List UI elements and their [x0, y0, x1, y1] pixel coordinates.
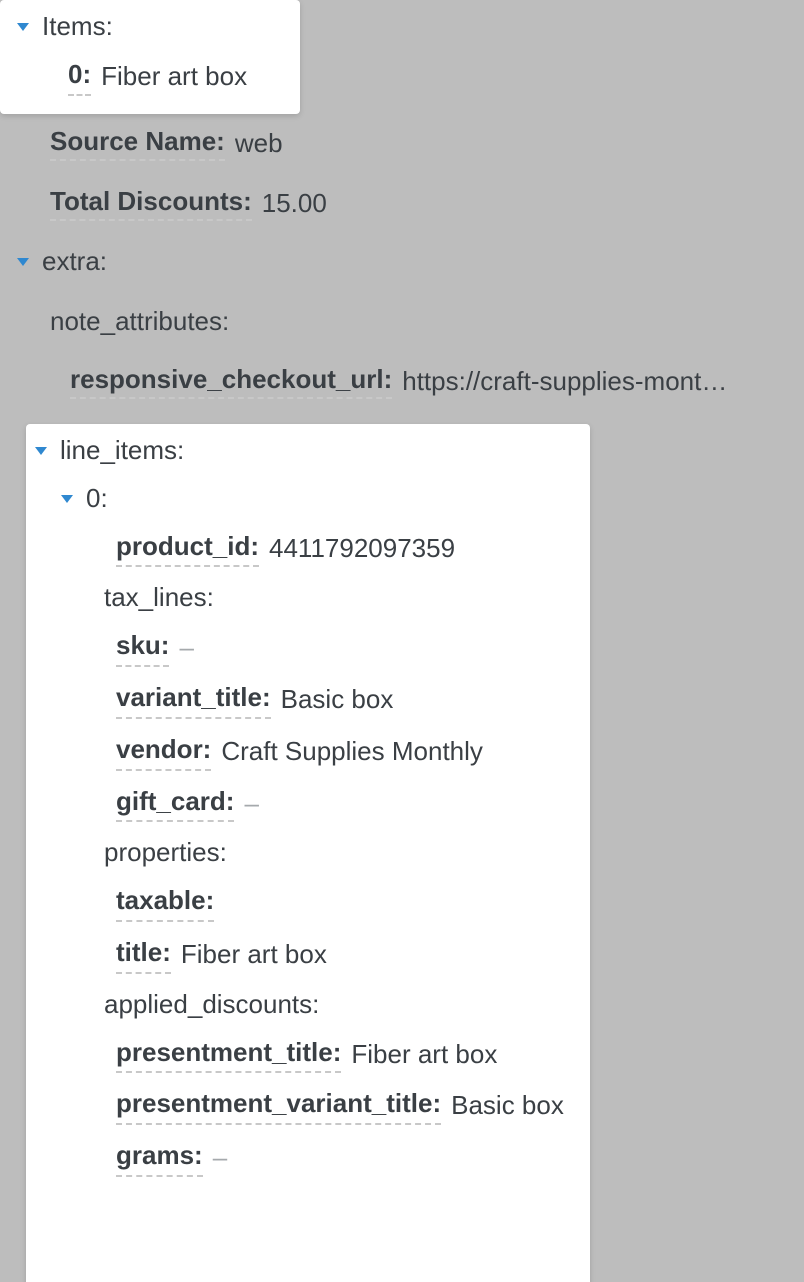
- val-vendor: Craft Supplies Monthly: [221, 735, 483, 769]
- key-variant-title: variant_title:: [116, 681, 271, 719]
- json-tree-viewer: Source Name: web Total Discounts: 15.00 …: [0, 0, 804, 1282]
- key-presentment-variant-title: presentment_variant_title:: [116, 1087, 441, 1125]
- row-responsive-checkout: responsive_checkout_url: https://craft-s…: [0, 364, 794, 399]
- key-properties: properties:: [104, 836, 227, 870]
- key-applied-discounts: applied_discounts:: [104, 988, 319, 1022]
- toggle-items[interactable]: [14, 18, 32, 36]
- val-variant-title: Basic box: [281, 683, 394, 717]
- row-tax-lines: tax_lines:: [32, 581, 576, 615]
- key-product-id: product_id:: [116, 530, 259, 568]
- key-note-attributes: note_attributes:: [50, 306, 229, 337]
- row-note-attributes: note_attributes:: [0, 306, 804, 337]
- key-items: Items:: [42, 10, 113, 44]
- val-presentment-title: Fiber art box: [351, 1038, 497, 1072]
- row-applied-discounts: applied_discounts:: [32, 988, 576, 1022]
- row-line-items: line_items:: [32, 434, 576, 468]
- chevron-down-icon: [33, 443, 49, 459]
- chevron-down-icon: [15, 254, 31, 270]
- panel-items: Items: 0: Fiber art box: [0, 0, 300, 114]
- row-presentment-title: presentment_title: Fiber art box: [32, 1036, 576, 1074]
- toggle-line-items[interactable]: [32, 442, 50, 460]
- row-item-0: 0: Fiber art box: [14, 58, 286, 96]
- row-line-item-0: 0:: [32, 482, 576, 516]
- row-extra: extra:: [0, 246, 804, 277]
- val-sku: –: [179, 631, 193, 665]
- row-grams: grams: –: [32, 1139, 576, 1177]
- val-source-name: web: [235, 128, 283, 159]
- key-grams: grams:: [116, 1139, 203, 1177]
- key-presentment-title: presentment_title:: [116, 1036, 341, 1074]
- toggle-line-item-0[interactable]: [58, 490, 76, 508]
- val-presentment-variant-title: Basic box: [451, 1089, 564, 1123]
- key-total-discounts: Total Discounts:: [50, 186, 252, 221]
- key-title: title:: [116, 936, 171, 974]
- key-tax-lines: tax_lines:: [104, 581, 214, 615]
- val-item-0: Fiber art box: [101, 60, 247, 94]
- val-gift-card: –: [244, 787, 258, 821]
- chevron-down-icon: [15, 19, 31, 35]
- key-sku: sku:: [116, 629, 169, 667]
- row-presentment-variant-title: presentment_variant_title: Basic box: [32, 1087, 576, 1125]
- key-gift-card: gift_card:: [116, 785, 234, 823]
- row-sku: sku: –: [32, 629, 576, 667]
- key-line-item-0: 0:: [86, 482, 108, 516]
- row-properties: properties:: [32, 836, 576, 870]
- key-source-name: Source Name:: [50, 126, 225, 161]
- chevron-down-icon: [59, 491, 75, 507]
- row-product-id: product_id: 4411792097359: [32, 530, 576, 568]
- row-variant-title: variant_title: Basic box: [32, 681, 576, 719]
- key-taxable: taxable:: [116, 884, 214, 922]
- key-responsive-checkout: responsive_checkout_url:: [70, 364, 392, 399]
- key-item-0: 0:: [68, 58, 91, 96]
- key-vendor: vendor:: [116, 733, 211, 771]
- val-total-discounts: 15.00: [262, 188, 327, 219]
- row-gift-card: gift_card: –: [32, 785, 576, 823]
- row-items: Items:: [14, 10, 286, 44]
- val-title: Fiber art box: [181, 938, 327, 972]
- val-grams: –: [213, 1141, 227, 1175]
- key-line-items: line_items:: [60, 434, 184, 468]
- row-source-name: Source Name: web: [0, 126, 804, 161]
- row-taxable: taxable:: [32, 884, 576, 922]
- toggle-extra[interactable]: [14, 253, 32, 271]
- key-extra: extra:: [42, 246, 107, 277]
- row-total-discounts: Total Discounts: 15.00: [0, 186, 804, 221]
- val-product-id: 4411792097359: [269, 532, 455, 566]
- row-vendor: vendor: Craft Supplies Monthly: [32, 733, 576, 771]
- row-title: title: Fiber art box: [32, 936, 576, 974]
- panel-line-items: line_items: 0: product_id: 4411792097359…: [26, 424, 590, 1282]
- val-responsive-checkout: https://craft-supplies-mont…: [402, 366, 727, 397]
